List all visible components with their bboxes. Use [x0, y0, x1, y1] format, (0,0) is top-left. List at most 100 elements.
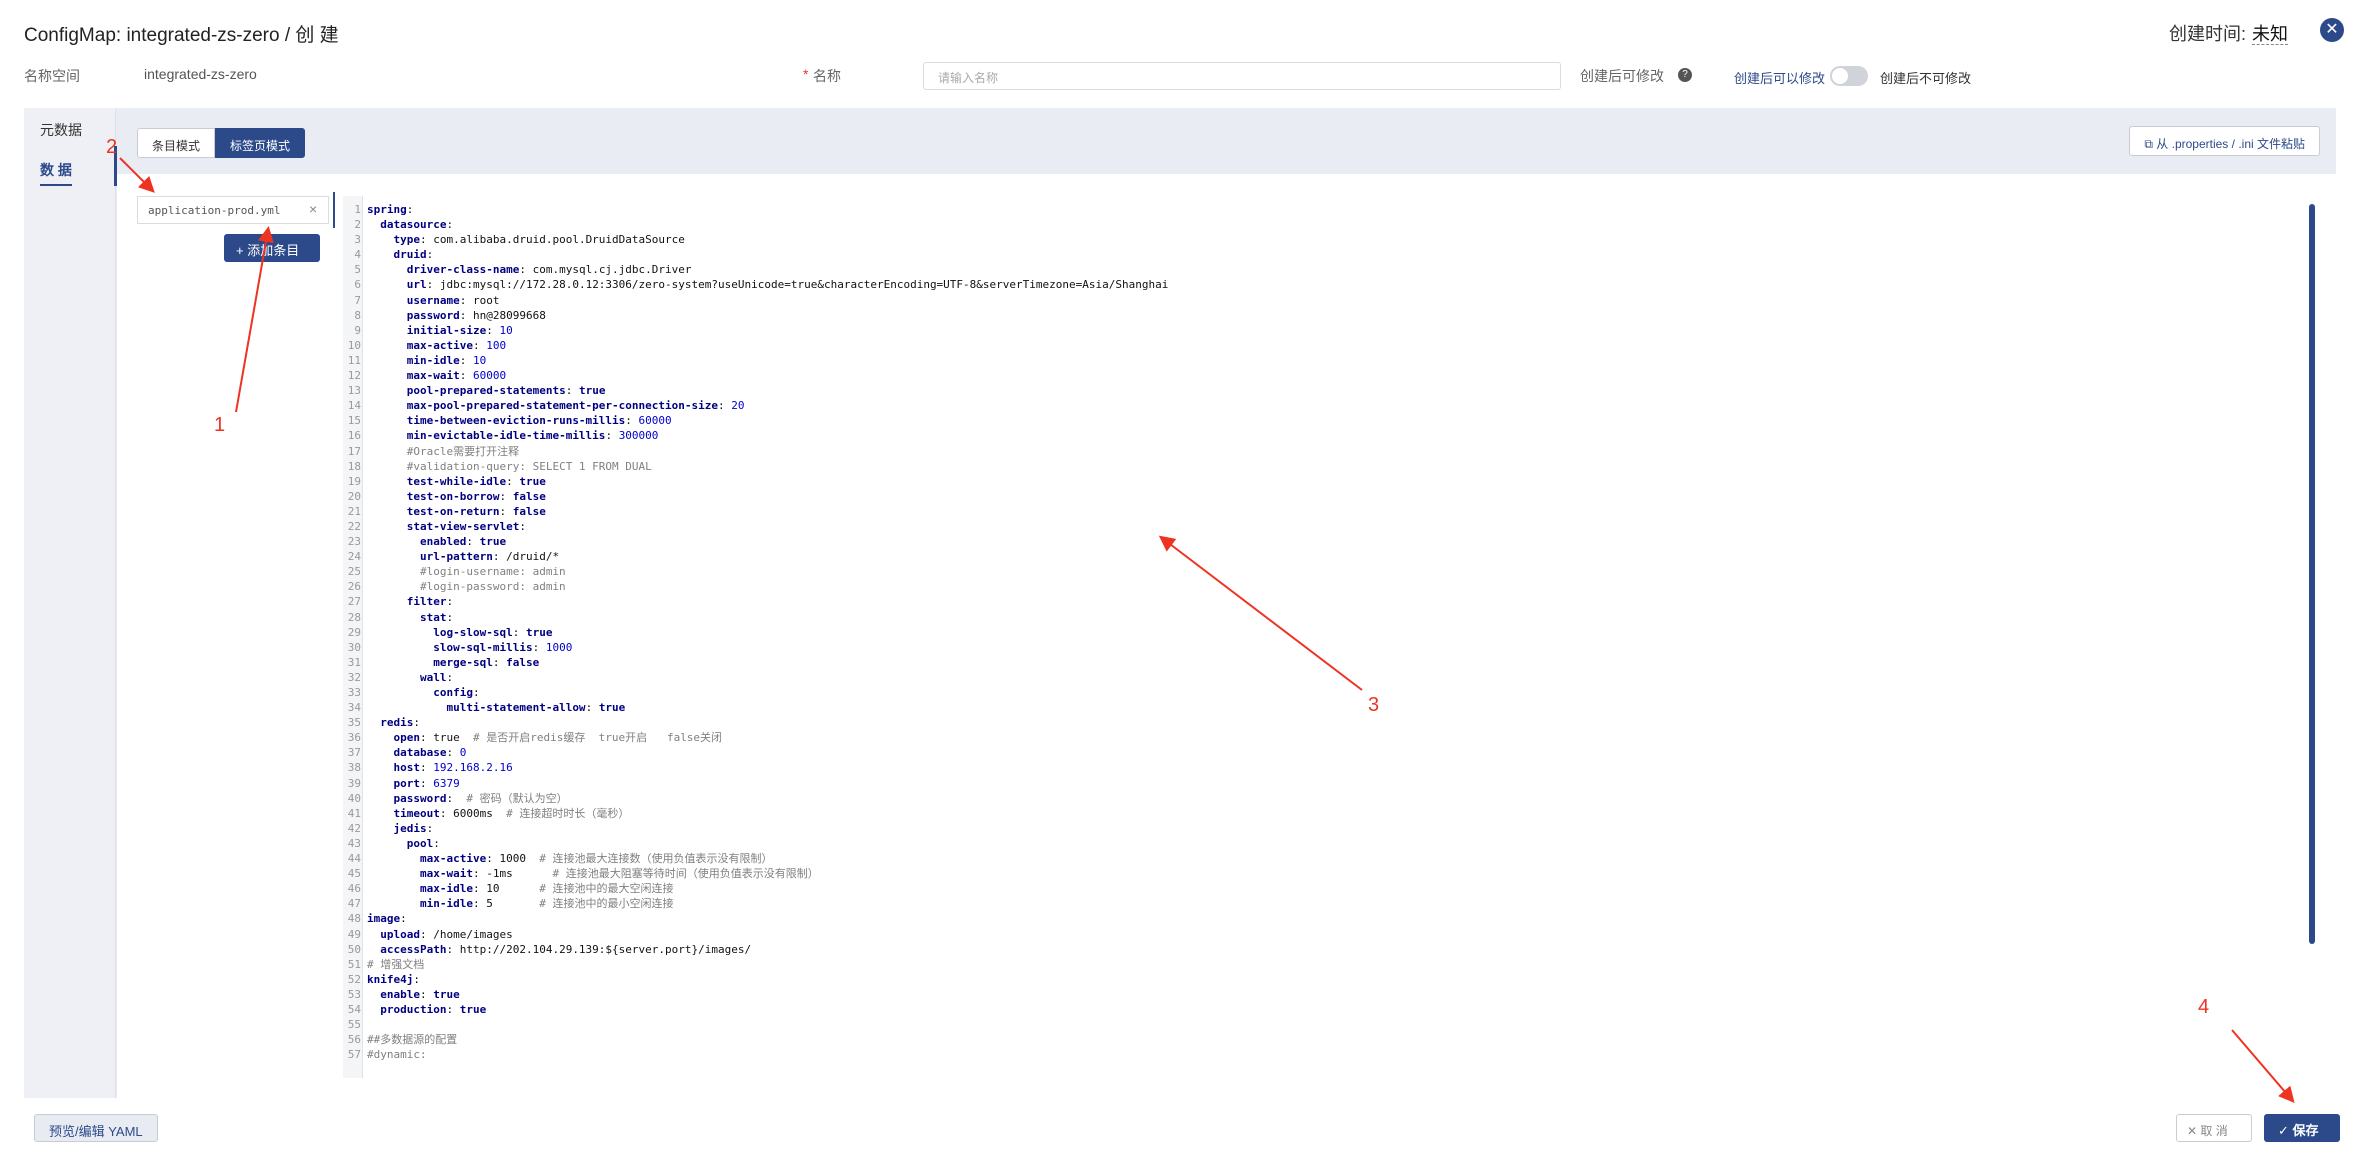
line-number: 40 [347, 791, 361, 805]
remove-file-icon[interactable]: × [309, 201, 317, 217]
code-line[interactable]: 25 #login-username: admin [348, 564, 2299, 579]
code-line[interactable]: 4 druid: [354, 247, 2299, 262]
code-token: max-active [419, 852, 487, 866]
line-number: 16 [347, 429, 361, 443]
file-name-input[interactable]: application-prod.yml [137, 196, 329, 224]
code-token: #login-password: admin [419, 580, 566, 594]
code-line[interactable]: 26 #login-password: admin [348, 579, 2299, 594]
line-number: 55 [347, 1018, 361, 1032]
toggle-left-label[interactable]: 创建后可以修改 [1734, 68, 1825, 87]
code-line[interactable]: 1 spring: [354, 202, 2299, 217]
code-line[interactable]: 14 max-pool-prepared-statement-per-conne… [348, 398, 2299, 413]
editor-scrollbar[interactable] [2309, 204, 2315, 944]
code-line[interactable]: 38 host: 192.168.2.16 [348, 760, 2299, 775]
code-line[interactable]: 49 upload: /home/images [348, 927, 2299, 942]
code-line[interactable]: 43 pool: [348, 836, 2299, 851]
code-line[interactable]: 51 # 增强文档 [348, 957, 2299, 972]
code-line[interactable]: 48 image: [348, 911, 2299, 926]
code-line[interactable]: 23 enabled: true [348, 534, 2299, 549]
save-button[interactable]: ✓ 保存 [2264, 1114, 2340, 1142]
code-token: : [446, 218, 454, 232]
code-line[interactable]: 7 username: root [354, 293, 2299, 308]
code-line[interactable]: 55 [348, 1017, 2299, 1032]
code-line[interactable]: 35 redis: [348, 715, 2299, 730]
toggle-right-label[interactable]: 创建后不可修改 [1880, 68, 1971, 87]
code-line[interactable]: 13 pool-prepared-statements: true [348, 383, 2299, 398]
code-line[interactable]: 33 config: [348, 685, 2299, 700]
code-line[interactable]: 2 datasource: [354, 217, 2299, 232]
code-line[interactable]: 12 max-wait: 60000 [348, 368, 2299, 383]
code-token: multi-statement-allow [446, 701, 586, 715]
code-token: redis [380, 716, 414, 730]
code-line[interactable]: 5 driver-class-name: com.mysql.cj.jdbc.D… [354, 262, 2299, 277]
help-icon[interactable]: ? [1678, 68, 1692, 82]
code-line[interactable]: 6 url: jdbc:mysql://172.28.0.12:3306/zer… [354, 277, 2299, 292]
add-entry-button[interactable]: + 添加条目 [224, 234, 320, 262]
code-token: jedis [393, 821, 427, 835]
code-line[interactable]: 40 password: # 密码（默认为空） [348, 791, 2299, 806]
line-number: 32 [347, 670, 361, 684]
code-line[interactable]: 39 port: 6379 [348, 776, 2299, 791]
code-line[interactable]: 24 url-pattern: /druid/* [348, 549, 2299, 564]
code-line[interactable]: 36 open: true # 是否开启redis缓存 true开启 false… [348, 730, 2299, 745]
tab-tabpage-mode[interactable]: 标签页模式 [215, 128, 306, 158]
code-line[interactable]: 30 slow-sql-millis: 1000 [348, 640, 2299, 655]
code-line[interactable]: 16 min-evictable-idle-time-millis: 30000… [348, 428, 2299, 443]
code-line[interactable]: 20 test-on-borrow: false [348, 489, 2299, 504]
code-line[interactable]: 15 time-between-eviction-runs-millis: 60… [348, 413, 2299, 428]
preview-yaml-button[interactable]: 预览/编辑 YAML [34, 1114, 158, 1142]
code-line[interactable]: 18 #validation-query: SELECT 1 FROM DUAL [348, 459, 2299, 474]
code-line[interactable]: 19 test-while-idle: true [348, 474, 2299, 489]
modifiable-toggle[interactable] [1830, 66, 1868, 86]
code-line[interactable]: 29 log-slow-sql: true [348, 625, 2299, 640]
code-token: : [400, 912, 407, 926]
code-line[interactable]: 9 initial-size: 10 [354, 323, 2299, 338]
code-token: druid [393, 248, 427, 262]
sidebar-item-metadata[interactable]: 元数据 [40, 120, 82, 140]
code-line[interactable]: 28 stat: [348, 610, 2299, 625]
name-input[interactable]: 请输入名称 [923, 62, 1561, 90]
code-line[interactable]: 17 #Oracle需要打开注释 [348, 444, 2299, 459]
code-line[interactable]: 31 merge-sql: false [348, 655, 2299, 670]
code-line[interactable]: 21 test-on-return: false [348, 504, 2299, 519]
code-line[interactable]: 46 max-idle: 10 # 连接池中的最大空闲连接 [348, 881, 2299, 896]
code-editor[interactable]: 1 spring: 2 datasource: 3 type: com.alibaba… [343, 196, 2323, 1078]
code-line[interactable]: 11 min-idle: 10 [348, 353, 2299, 368]
code-line[interactable]: 3 type: com.alibaba.druid.pool.DruidData… [354, 232, 2299, 247]
code-line[interactable]: 41 timeout: 6000ms # 连接超时时长（毫秒） [348, 806, 2299, 821]
code-line[interactable]: 37 database: 0 [348, 745, 2299, 760]
code-line[interactable]: 34 multi-statement-allow: true [348, 700, 2299, 715]
close-icon[interactable]: ✕ [2320, 18, 2344, 42]
sidebar-item-data[interactable]: 数 据 [40, 160, 72, 186]
cancel-button[interactable]: ✕ 取 消 [2176, 1114, 2252, 1142]
line-number: 47 [347, 897, 361, 911]
code-line[interactable]: 56 ##多数据源的配置 [348, 1032, 2299, 1047]
code-line[interactable]: 50 accessPath: http://202.104.29.139:${s… [348, 942, 2299, 957]
code-line[interactable]: 53 enable: true [348, 987, 2299, 1002]
code-line[interactable]: 10 max-active: 100 [348, 338, 2299, 353]
code-line[interactable]: 8 password: hn@28099668 [354, 308, 2299, 323]
code-line[interactable]: 45 max-wait: -1ms # 连接池最大阻塞等待时间（使用负值表示没有… [348, 866, 2299, 881]
code-line[interactable]: 47 min-idle: 5 # 连接池中的最小空闲连接 [348, 896, 2299, 911]
code-line[interactable]: 44 max-active: 1000 # 连接池最大连接数（使用负值表示没有限… [348, 851, 2299, 866]
code-content[interactable]: 1 spring: 2 datasource: 3 type: com.alibaba… [348, 202, 2299, 1062]
code-line[interactable]: 32 wall: [348, 670, 2299, 685]
paste-properties-button[interactable]: ⧉ 从 .properties / .ini 文件粘贴 [2129, 126, 2320, 156]
workspace: 元数据 数 据 条目模式 标签页模式 ⧉ 从 .properties / .in… [24, 108, 2336, 1098]
code-token: test-on-borrow [406, 489, 500, 503]
code-line[interactable]: 22 stat-view-servlet: [348, 519, 2299, 534]
code-token: enable [380, 987, 420, 1001]
code-token: #dynamic: [367, 1048, 427, 1062]
code-line[interactable]: 42 jedis: [348, 821, 2299, 836]
code-line[interactable]: 27 filter: [348, 594, 2299, 609]
code-token: timeout [393, 806, 440, 820]
code-line[interactable]: 57 #dynamic: [348, 1047, 2299, 1062]
code-line[interactable]: 52 knife4j: [348, 972, 2299, 987]
tab-item-mode[interactable]: 条目模式 [137, 128, 216, 158]
code-line[interactable]: 54 production: true [348, 1002, 2299, 1017]
line-number: 17 [347, 444, 361, 458]
